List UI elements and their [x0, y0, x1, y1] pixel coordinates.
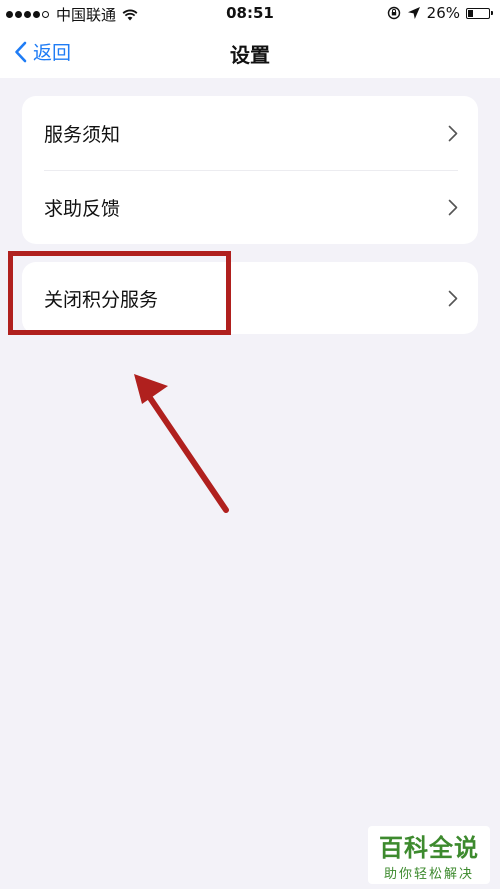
watermark-logo: 百科全说 助你轻松解决: [368, 826, 490, 884]
battery-icon: [466, 7, 493, 19]
settings-group-1: 服务须知 求助反馈: [22, 96, 478, 244]
battery-fill: [468, 9, 473, 17]
annotation-arrow-icon: [134, 374, 229, 513]
settings-item-label: 求助反馈: [44, 197, 121, 220]
annotation-highlight-box: [8, 251, 231, 335]
settings-item-label: 服务须知: [44, 123, 121, 146]
battery-percent: 26%: [426, 4, 460, 22]
chevron-right-icon: [448, 290, 458, 306]
settings-item-service-notice[interactable]: 服务须知: [22, 96, 478, 170]
nav-bar: 返回 设置: [0, 26, 500, 78]
chevron-right-icon: [448, 125, 458, 141]
status-bar: 中国联通 08:51 26%: [0, 0, 500, 26]
chevron-right-icon: [448, 199, 458, 215]
location-arrow-icon: [407, 7, 420, 19]
watermark-subtitle: 助你轻松解决: [383, 867, 474, 882]
rotation-lock-icon: [387, 6, 400, 20]
watermark-title: 百科全说: [379, 834, 479, 862]
settings-item-help-feedback[interactable]: 求助反馈: [22, 170, 478, 244]
page-title: 设置: [230, 43, 270, 67]
status-right: 26%: [381, 4, 493, 22]
